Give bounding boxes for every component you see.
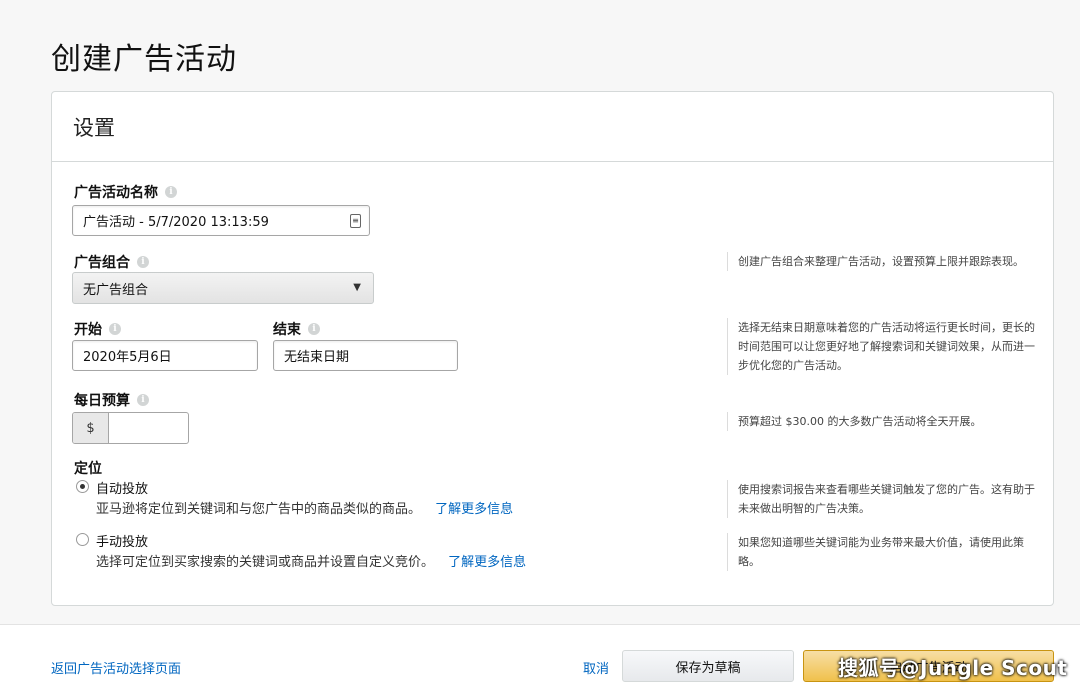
end-label-text: 结束 xyxy=(273,322,301,338)
targeting-label-text: 定位 xyxy=(74,461,102,477)
campaign-name-label-text: 广告活动名称 xyxy=(74,185,158,201)
info-icon[interactable]: i xyxy=(109,323,121,335)
portfolio-help: 创建广告组合来整理广告活动，设置预算上限并跟踪表现。 xyxy=(727,252,1037,271)
manual-targeting-desc: 选择可定位到买家搜索的关键词或商品并设置自定义竞价。 了解更多信息 xyxy=(96,551,526,570)
manual-targeting-desc-text: 选择可定位到买家搜索的关键词或商品并设置自定义竞价。 xyxy=(96,555,435,570)
auto-targeting-help: 使用搜索词报告来查看哪些关键词触发了您的广告。这有助于未来做出明智的广告决策。 xyxy=(727,480,1037,518)
campaign-name-value: 广告活动 - 5/7/2020 13:13:59 xyxy=(83,215,269,230)
end-label: 结束 i xyxy=(273,319,320,339)
manual-targeting-label[interactable]: 手动投放 xyxy=(96,531,148,550)
daily-budget-label-text: 每日预算 xyxy=(74,393,130,409)
start-label-text: 开始 xyxy=(74,322,102,338)
campaign-name-input[interactable]: 广告活动 - 5/7/2020 13:13:59 ≡ xyxy=(72,205,370,236)
watermark: 搜狐号@Jungle Scout xyxy=(838,656,1068,680)
auto-learn-more-link[interactable]: 了解更多信息 xyxy=(435,502,513,517)
portfolio-label-text: 广告组合 xyxy=(74,255,130,271)
cancel-link[interactable]: 取消 xyxy=(583,658,609,677)
daily-budget-input[interactable] xyxy=(109,413,188,443)
daily-budget-field[interactable]: $ xyxy=(72,412,189,444)
auto-targeting-desc-text: 亚马逊将定位到关键词和与您广告中的商品类似的商品。 xyxy=(96,502,422,517)
manual-targeting-help: 如果您知道哪些关键词能为业务带来最大价值，请使用此策略。 xyxy=(727,533,1037,571)
save-draft-button[interactable]: 保存为草稿 xyxy=(622,650,794,682)
info-icon[interactable]: i xyxy=(137,394,149,406)
portfolio-select[interactable]: 无广告组合 ▼ xyxy=(72,272,374,304)
info-icon[interactable]: i xyxy=(308,323,320,335)
back-to-campaign-type-link[interactable]: 返回广告活动选择页面 xyxy=(51,658,181,677)
settings-card: 设置 广告活动名称 i 广告活动 - 5/7/2020 13:13:59 ≡ 广… xyxy=(51,91,1054,606)
auto-targeting-label[interactable]: 自动投放 xyxy=(96,478,148,497)
portfolio-selected-value: 无广告组合 xyxy=(83,282,149,298)
settings-title: 设置 xyxy=(73,115,115,140)
info-icon[interactable]: i xyxy=(165,186,177,198)
campaign-name-label: 广告活动名称 i xyxy=(74,182,177,202)
start-label: 开始 i xyxy=(74,319,121,339)
manual-learn-more-link[interactable]: 了解更多信息 xyxy=(448,555,526,570)
end-date-value: 无结束日期 xyxy=(284,350,350,365)
daily-budget-help: 预算超过 $30.00 的大多数广告活动将全天开展。 xyxy=(727,412,1037,431)
dates-help: 选择无结束日期意味着您的广告活动将运行更长时间，更长的时间范围可以让您更好地了解… xyxy=(727,318,1037,375)
manual-targeting-radio[interactable] xyxy=(76,533,89,546)
settings-header: 设置 xyxy=(52,92,1053,162)
auto-targeting-radio[interactable] xyxy=(76,480,89,493)
end-date-input[interactable]: 无结束日期 xyxy=(273,340,458,371)
portfolio-label: 广告组合 i xyxy=(74,252,149,272)
targeting-label: 定位 xyxy=(74,458,102,478)
auto-targeting-desc: 亚马逊将定位到关键词和与您广告中的商品类似的商品。 了解更多信息 xyxy=(96,498,513,517)
info-icon[interactable]: i xyxy=(137,256,149,268)
page-title: 创建广告活动 xyxy=(51,42,237,77)
start-date-input[interactable]: 2020年5月6日 xyxy=(72,340,258,371)
daily-budget-label: 每日预算 i xyxy=(74,390,149,410)
calendar-icon[interactable]: ≡ xyxy=(350,214,361,228)
start-date-value: 2020年5月6日 xyxy=(83,350,172,365)
chevron-down-icon: ▼ xyxy=(353,282,361,293)
currency-symbol: $ xyxy=(73,413,109,443)
